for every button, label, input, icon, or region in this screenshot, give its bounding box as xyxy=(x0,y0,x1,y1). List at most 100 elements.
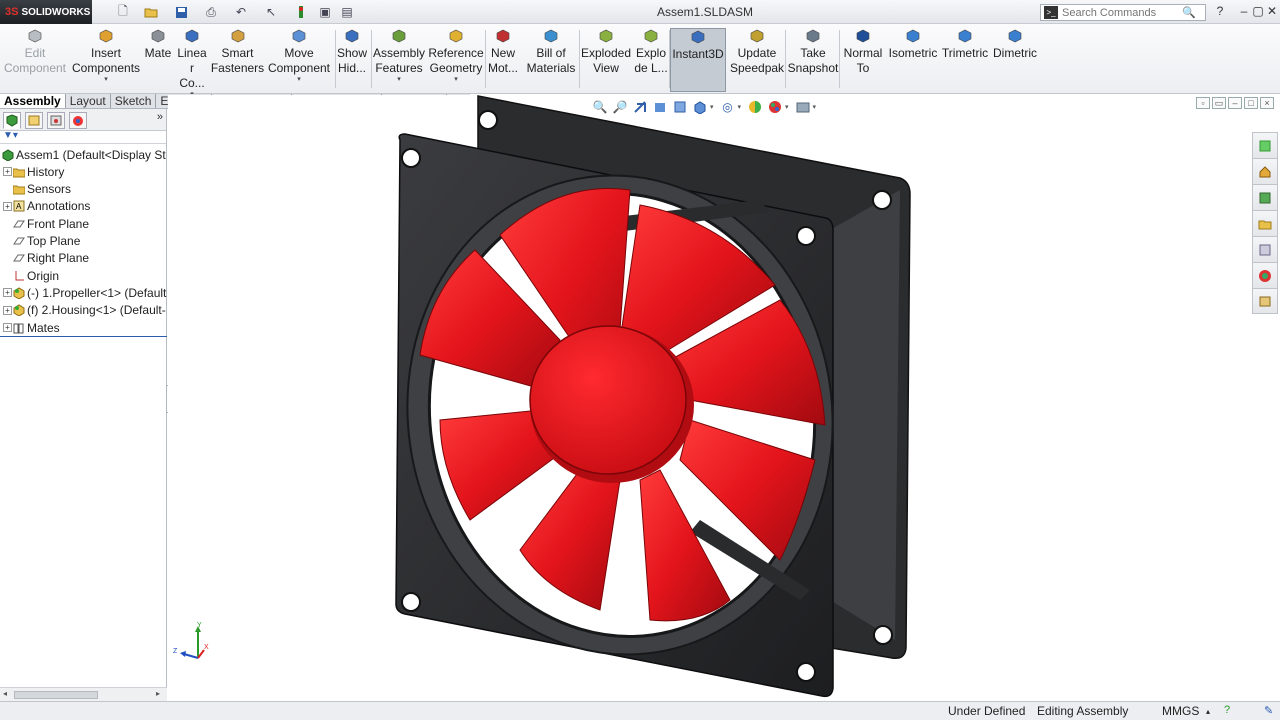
hide-show-items-icon[interactable] xyxy=(745,98,765,116)
graphics-area[interactable] xyxy=(168,95,1252,701)
tree-item[interactable]: Right Plane xyxy=(0,250,167,267)
move-component-button[interactable]: Move Component ▾ xyxy=(266,28,332,92)
viewport-minimize-icon[interactable]: – xyxy=(1228,97,1242,109)
save-icon[interactable] xyxy=(170,3,192,21)
search-icon[interactable]: 🔍 xyxy=(1182,6,1196,19)
scroll-right-icon[interactable]: ▸ xyxy=(156,689,160,698)
view-palette-icon[interactable] xyxy=(1252,236,1278,262)
bill-of-materials-button[interactable]: Bill of Materials xyxy=(525,28,577,92)
search-input[interactable] xyxy=(1062,6,1182,19)
expand-panel-icon[interactable]: » xyxy=(157,111,163,123)
expand-icon[interactable]: + xyxy=(3,288,12,298)
assembly-features-button[interactable]: Assembly Features ▾ xyxy=(372,28,426,92)
help-icon[interactable]: ? xyxy=(1212,3,1228,19)
customize-status-icon[interactable]: ✎ xyxy=(1264,704,1273,717)
viewport-maximize-icon[interactable]: □ xyxy=(1244,97,1258,109)
rebuild-status-icon[interactable]: ? xyxy=(1224,704,1230,716)
tree-item[interactable]: Sensors xyxy=(0,181,167,198)
new-document-icon[interactable]: 🗋 xyxy=(112,3,134,21)
tab-sketch[interactable]: Sketch xyxy=(111,94,157,108)
mate-button[interactable]: Mate xyxy=(142,28,174,92)
zoom-to-area-icon[interactable]: 🔎 xyxy=(610,98,630,116)
tree-item[interactable]: Front Plane xyxy=(0,215,167,232)
options-icon[interactable]: ▤ xyxy=(336,3,358,21)
reference-geometry-button[interactable]: Reference Geometry ▾ xyxy=(428,28,484,92)
tree-item[interactable]: + (-) 1.Propeller<1> (Default xyxy=(0,284,167,301)
tree-item[interactable]: + A Annotations xyxy=(0,198,167,215)
viewport-split-icon[interactable]: ▭ xyxy=(1212,97,1226,109)
view-orientation-dropdown-icon[interactable]: ▾ xyxy=(710,103,714,111)
scroll-thumb[interactable] xyxy=(14,691,98,699)
dynamic-annotation-icon[interactable] xyxy=(670,98,690,116)
feature-manager-tab-icon[interactable] xyxy=(3,112,21,129)
units-dropdown-icon[interactable]: ▴ xyxy=(1206,707,1210,716)
tree-item[interactable]: Top Plane xyxy=(0,233,167,250)
exploded-view-button[interactable]: Exploded View xyxy=(580,28,632,92)
dropdown-caret-icon[interactable]: ▾ xyxy=(72,76,140,84)
new-motion-study-button[interactable]: New Mot... xyxy=(486,28,520,92)
select-icon[interactable]: ↖ xyxy=(260,3,282,21)
appearance-dropdown-icon[interactable]: ▾ xyxy=(785,103,789,111)
display-style-icon[interactable]: ◎ xyxy=(718,98,738,116)
tree-item[interactable]: Origin xyxy=(0,267,167,284)
configuration-manager-tab-icon[interactable] xyxy=(47,112,65,129)
previous-view-icon[interactable] xyxy=(630,98,650,116)
tree-filter[interactable]: ▼▾ xyxy=(0,130,166,144)
fan-assembly-model[interactable] xyxy=(168,95,1252,701)
tree-item[interactable]: Assem1 (Default<Display St xyxy=(0,146,167,163)
scroll-left-icon[interactable]: ◂ xyxy=(3,689,7,698)
file-explorer-icon[interactable] xyxy=(1252,210,1278,236)
viewport-close-icon[interactable]: × xyxy=(1260,97,1274,109)
linear-component-pattern-button[interactable]: Linear Co...▾ xyxy=(176,28,208,98)
tab-layout[interactable]: Layout xyxy=(66,94,111,108)
edit-appearance-icon[interactable] xyxy=(765,98,785,116)
expand-icon[interactable]: + xyxy=(3,167,12,177)
tree-item[interactable]: + (f) 2.Housing<1> (Default- xyxy=(0,302,167,319)
trimetric-button[interactable]: Trimetric xyxy=(940,28,990,92)
filter-icon[interactable]: ▼▾ xyxy=(3,130,18,141)
insert-components-button[interactable]: Insert Components ▾ xyxy=(72,28,140,92)
tree-item[interactable]: + History xyxy=(0,163,167,180)
view-settings-icon[interactable] xyxy=(793,98,813,116)
rebuild-icon[interactable] xyxy=(290,3,312,21)
horizontal-scrollbar[interactable]: ◂ ▸ xyxy=(0,687,167,701)
solidworks-logo[interactable]: 3S SOLIDWORKS xyxy=(0,0,92,24)
update-speedpak-button[interactable]: Update Speedpak xyxy=(730,28,784,92)
view-settings-dropdown-icon[interactable]: ▾ xyxy=(813,103,817,111)
display-manager-tab-icon[interactable] xyxy=(69,112,87,129)
solidworks-resources-icon[interactable] xyxy=(1252,132,1278,158)
dropdown-caret-icon[interactable]: ▾ xyxy=(428,76,484,84)
tab-assembly[interactable]: Assembly xyxy=(0,94,66,108)
dropdown-caret-icon[interactable]: ▾ xyxy=(266,76,332,84)
smart-fasteners-button[interactable]: Smart Fasteners xyxy=(210,28,265,92)
take-snapshot-button[interactable]: Take Snapshot xyxy=(786,28,840,92)
viewport-menu-icon[interactable]: ▫ xyxy=(1196,97,1210,109)
dropdown-caret-icon[interactable]: ▾ xyxy=(372,76,426,84)
file-properties-icon[interactable]: ▣ xyxy=(314,3,336,21)
design-library-icon[interactable] xyxy=(1252,184,1278,210)
zoom-to-fit-icon[interactable]: 🔍 xyxy=(590,98,610,116)
section-view-icon[interactable] xyxy=(650,98,670,116)
property-manager-tab-icon[interactable] xyxy=(25,112,43,129)
edit-component-button[interactable]: Edit Component xyxy=(3,28,67,92)
units-selector[interactable]: MMGS xyxy=(1162,704,1199,718)
expand-icon[interactable]: + xyxy=(3,323,12,332)
dimetric-button[interactable]: Dimetric xyxy=(990,28,1040,92)
view-orientation-icon[interactable] xyxy=(690,98,710,116)
isometric-button[interactable]: Isometric xyxy=(886,28,940,92)
display-style-dropdown-icon[interactable]: ▾ xyxy=(738,103,742,111)
open-document-icon[interactable] xyxy=(140,3,162,21)
custom-properties-icon[interactable] xyxy=(1252,288,1278,314)
tree-item[interactable]: + Mates xyxy=(0,319,167,336)
expand-icon[interactable]: + xyxy=(3,201,12,211)
appearances-scenes-icon[interactable] xyxy=(1252,262,1278,288)
explode-line-sketch-button[interactable]: Explo de L... xyxy=(634,28,668,92)
show-hidden-button[interactable]: Show Hid... xyxy=(336,28,368,92)
normal-to-button[interactable]: Normal To xyxy=(840,28,886,92)
close-button[interactable]: ✕ xyxy=(1264,3,1280,19)
instant3d-button[interactable]: Instant3D xyxy=(670,28,726,92)
home-icon[interactable] xyxy=(1252,158,1278,184)
print-icon[interactable]: ⎙ xyxy=(200,3,222,21)
undo-icon[interactable]: ↶ xyxy=(230,3,252,21)
search-commands-box[interactable]: >_ 🔍 xyxy=(1040,4,1206,21)
